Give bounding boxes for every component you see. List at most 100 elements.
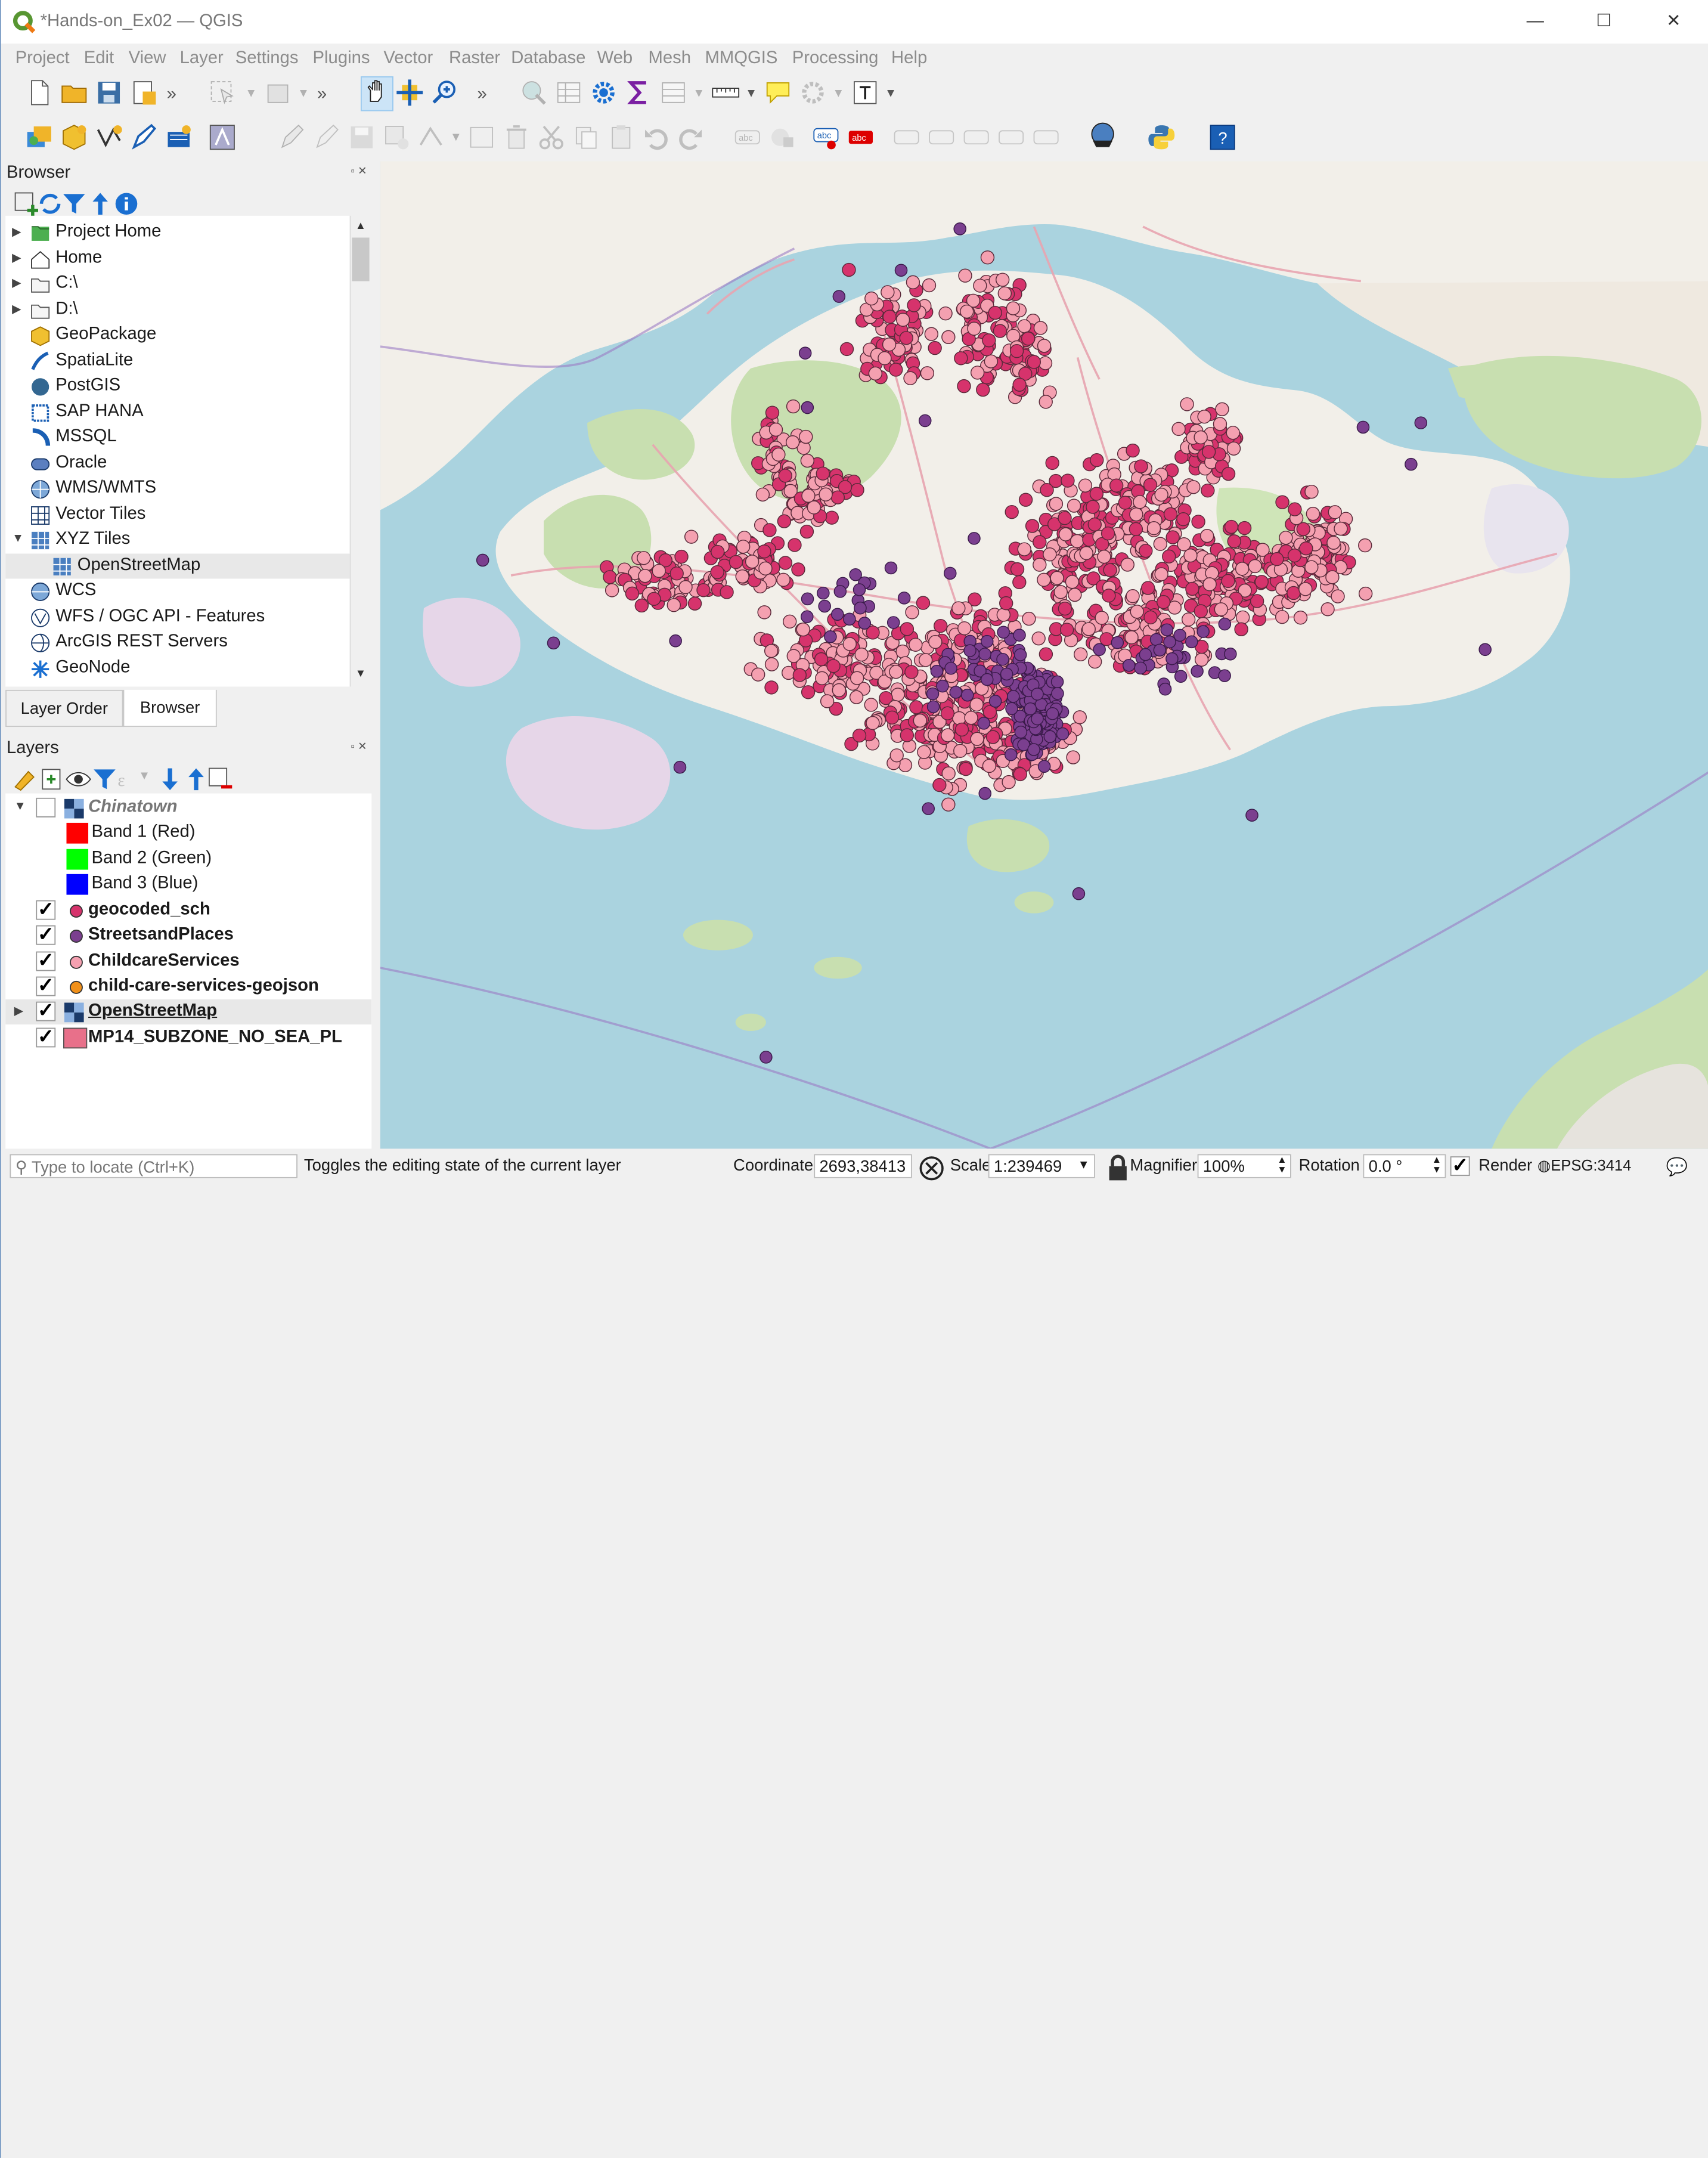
scroll-thumb[interactable] xyxy=(352,237,370,281)
highlight-pinned-labels-icon[interactable]: abc xyxy=(812,123,841,152)
new-virtual-layer-icon[interactable] xyxy=(165,123,193,152)
undo-icon[interactable] xyxy=(642,123,671,152)
browser-item-vector-tiles[interactable]: Vector Tiles xyxy=(5,502,350,527)
filter-icon[interactable] xyxy=(60,190,85,214)
redo-icon[interactable] xyxy=(677,123,705,152)
layer-visibility-checkbox[interactable]: ✓ xyxy=(36,976,56,996)
browser-item-xyz-tiles[interactable]: ▼ XYZ Tiles xyxy=(5,528,350,553)
show-unplaced-labels-icon[interactable]: abc xyxy=(847,123,875,152)
menu-view[interactable]: View xyxy=(129,49,166,69)
scale-select[interactable]: 1:239469 ▼ xyxy=(988,1154,1095,1178)
collapse-all-icon[interactable] xyxy=(182,765,204,791)
browser-item-geopackage[interactable]: GeoPackage xyxy=(5,323,350,348)
dropdown-arrow-icon[interactable]: ▼ xyxy=(138,769,150,782)
toggle-editing-icon[interactable] xyxy=(278,123,306,152)
expand-arrow-icon[interactable]: ▼ xyxy=(14,800,26,813)
more-chevron-icon[interactable]: » xyxy=(317,85,327,105)
measure-line-icon[interactable] xyxy=(711,79,740,107)
browser-item-geonode[interactable]: GeoNode xyxy=(5,655,350,680)
tab-layer-order[interactable]: Layer Order xyxy=(5,689,123,727)
expand-arrow-icon[interactable]: ▶ xyxy=(12,301,21,315)
browser-item-sap-hana[interactable]: SAP HANA xyxy=(5,400,350,425)
digitize-icon[interactable] xyxy=(129,123,158,152)
layer-visibility-checkbox[interactable]: ✓ xyxy=(36,899,56,920)
dropdown-arrow-icon[interactable]: ▼ xyxy=(832,87,844,100)
menu-mmqgis[interactable]: MMQGIS xyxy=(705,49,778,69)
minimize-button[interactable]: — xyxy=(1510,4,1560,39)
browser-item-project-home[interactable]: ▶ Project Home xyxy=(5,220,350,245)
new-geopackage-icon[interactable] xyxy=(60,123,89,152)
statistics-sigma-icon[interactable] xyxy=(624,79,653,107)
new-project-icon[interactable] xyxy=(25,79,54,107)
lock-scale-icon[interactable] xyxy=(1103,1154,1127,1181)
scroll-up-arrow-icon[interactable]: ▲ xyxy=(355,220,366,232)
crs-button[interactable]: ◍EPSG:3414 xyxy=(1537,1156,1631,1175)
collapse-arrow-icon[interactable]: ▼ xyxy=(12,532,24,545)
data-source-manager-icon[interactable] xyxy=(25,123,54,152)
browser-item-c[interactable]: ▶ C:\ xyxy=(5,271,350,296)
maximize-button[interactable]: ☐ xyxy=(1579,4,1629,39)
browser-item-wfs-ogc-api-features[interactable]: WFS / OGC API - Features xyxy=(5,604,350,629)
dropdown-arrow-icon[interactable]: ▼ xyxy=(745,87,757,100)
messages-icon[interactable]: 💬 xyxy=(1666,1156,1688,1178)
browser-item-wms-wmts[interactable]: WMS/WMTS xyxy=(5,476,350,501)
select-feature-icon[interactable] xyxy=(208,79,237,107)
panel-float-close-icon[interactable]: ▫ ✕ xyxy=(351,166,367,178)
layer-item-openstreetmap[interactable]: ▶ ✓ OpenStreetMap xyxy=(5,999,372,1025)
processing-gear-icon[interactable] xyxy=(799,79,827,107)
toggle-extents-mouse-icon[interactable] xyxy=(917,1154,944,1181)
menu-edit[interactable]: Edit xyxy=(84,49,114,69)
menu-mesh[interactable]: Mesh xyxy=(648,49,691,69)
filter-legend-icon[interactable] xyxy=(91,765,116,789)
new-temporary-layer-icon[interactable] xyxy=(208,123,237,152)
menu-vector[interactable]: Vector xyxy=(383,49,433,69)
dropdown-arrow-icon[interactable]: ▼ xyxy=(450,131,462,144)
open-layer-styling-icon[interactable] xyxy=(12,765,35,791)
layer-visibility-checkbox[interactable] xyxy=(36,797,56,818)
layer-item-mp14-subzone[interactable]: ✓ MP14_SUBZONE_NO_SEA_PL xyxy=(5,1026,371,1051)
add-group-icon[interactable] xyxy=(38,765,61,790)
menu-settings[interactable]: Settings xyxy=(235,49,299,69)
browser-item-arcgis-rest-servers[interactable]: ArcGIS REST Servers xyxy=(5,630,350,655)
browser-item-oracle[interactable]: Oracle xyxy=(5,451,350,476)
browser-item-openstreetmap[interactable]: OpenStreetMap xyxy=(5,553,350,578)
dropdown-arrow-icon[interactable]: ▼ xyxy=(885,87,897,100)
text-annotation-icon[interactable] xyxy=(851,79,879,107)
browser-scrollbar[interactable]: ▲ ▼ xyxy=(349,215,371,687)
cut-features-icon[interactable] xyxy=(537,123,566,152)
render-checkbox[interactable]: ✓ xyxy=(1450,1155,1470,1176)
new-shapefile-icon[interactable] xyxy=(95,123,123,152)
expand-all-icon[interactable] xyxy=(156,765,178,791)
dropdown-arrow-icon[interactable]: ▼ xyxy=(245,87,257,100)
layer-visibility-checkbox[interactable]: ✓ xyxy=(36,950,56,971)
refresh-icon[interactable] xyxy=(36,190,61,214)
browser-item-spatialite[interactable]: SpatiaLite xyxy=(5,348,350,373)
collapse-all-icon[interactable] xyxy=(86,190,108,215)
change-label-icon[interactable] xyxy=(1032,123,1061,152)
layer-visibility-checkbox[interactable]: ✓ xyxy=(36,924,56,945)
locator-search-input[interactable]: ⚲ Type to locate (Ctrl+K) xyxy=(10,1154,297,1178)
more-chevron-icon[interactable]: » xyxy=(478,85,487,105)
filter-expression-icon[interactable]: ε xyxy=(114,765,137,790)
layer-item-streetsandplaces[interactable]: ✓ StreetsandPlaces xyxy=(5,923,371,948)
tab-browser[interactable]: Browser xyxy=(123,689,217,727)
identify-features-icon[interactable] xyxy=(520,79,548,107)
show-hide-labels-icon[interactable] xyxy=(927,123,956,152)
browser-item-postgis[interactable]: PostGIS xyxy=(5,374,350,399)
menu-web[interactable]: Web xyxy=(597,49,633,69)
diagram-options-icon[interactable] xyxy=(768,123,797,152)
layer-item-child-care-services-geojson[interactable]: ✓ child-care-services-geojson xyxy=(5,974,371,999)
more-chevron-icon[interactable]: » xyxy=(167,85,176,105)
label-abc-icon[interactable]: abc xyxy=(733,123,762,152)
menu-plugins[interactable]: Plugins xyxy=(313,49,370,69)
paste-features-icon[interactable] xyxy=(607,123,636,152)
layer-item-geocoded-sch[interactable]: ✓ geocoded_sch xyxy=(5,898,371,923)
mmqgis-globe-icon[interactable] xyxy=(1089,121,1121,154)
help-icon[interactable]: ? xyxy=(1208,123,1237,152)
delete-selected-icon[interactable] xyxy=(503,123,531,152)
manage-visibility-icon[interactable] xyxy=(64,765,91,787)
expand-arrow-icon[interactable]: ▶ xyxy=(12,275,21,290)
info-icon[interactable] xyxy=(112,190,138,215)
dropdown-arrow-icon[interactable]: ▼ xyxy=(693,87,705,100)
menu-project[interactable]: Project xyxy=(16,49,70,69)
